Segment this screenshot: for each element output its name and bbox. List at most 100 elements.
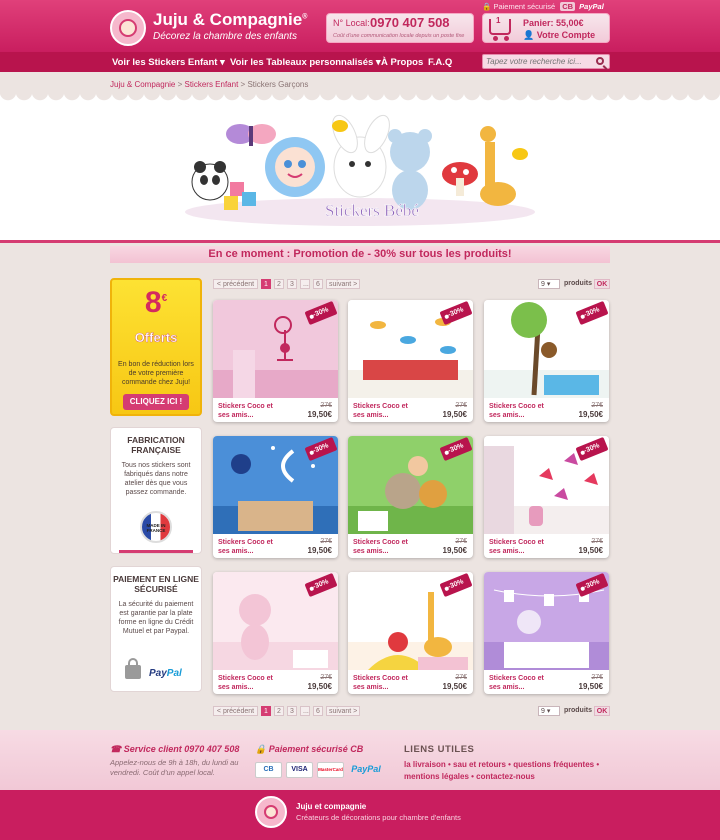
butterfly-icon [226, 124, 276, 146]
brand-name[interactable]: Juju & Compagnie® [153, 10, 307, 30]
per-page-select[interactable]: 9 ▾ [538, 279, 560, 289]
footer-service: ☎ Service client 0970 407 508 Appelez-no… [110, 744, 245, 778]
fabrication-title: FABRICATION FRANÇAISE [127, 435, 185, 455]
paypal-pay: Pay [149, 668, 167, 679]
banner-illustration: Stickers Bébé [185, 114, 535, 226]
per-page-label: produits [564, 707, 592, 714]
service-title-text: Service client 0970 407 508 [123, 744, 240, 754]
main-nav: Voir les Stickers Enfant ▾ Voir les Tabl… [0, 52, 720, 72]
secure-payment-box: PAIEMENT EN LIGNE SÉCURISÉ La sécurité d… [110, 566, 202, 692]
cart-total[interactable]: Panier: 55,00€ [523, 18, 584, 28]
per-page-label: produits [564, 280, 592, 287]
search-box [482, 54, 610, 69]
paypal-pal: Pal [166, 668, 182, 679]
service-text: Appelez-nous de 9h à 18h, du lundi au ve… [110, 758, 239, 777]
product-card[interactable]: -30% Stickers Coco et ses amis... 27€ 19,50… [348, 436, 473, 558]
service-title: ☎ Service client 0970 407 508 [110, 744, 245, 755]
product-name[interactable]: Stickers Coco et ses amis... [353, 402, 415, 420]
product-name[interactable]: Stickers Coco et ses amis... [353, 538, 415, 556]
breadcrumb-current: Stickers Garçons [247, 80, 309, 89]
footer-payment: 🔒 Paiement sécurisé CB [255, 744, 390, 755]
pagination-page-2[interactable]: 2 [274, 706, 284, 716]
promo-amount: 8€ [112, 286, 200, 320]
promo-cta-button[interactable]: CLIQUEZ ICI ! [123, 394, 189, 410]
product-card[interactable]: -30% Stickers Coco et ses amis... 27€ 19,50… [484, 436, 609, 558]
product-price: 19,50€ [442, 410, 467, 419]
pagination-page-1[interactable]: 1 [261, 706, 271, 716]
link-faq[interactable]: questions fréquentes [513, 760, 594, 769]
product-old-price: 27€ [320, 402, 332, 409]
per-page-ok-button[interactable]: OK [594, 706, 610, 716]
paypal-logo-icon: PayPal [579, 2, 604, 11]
giraffe-icon [480, 126, 516, 206]
per-page-select[interactable]: 9 ▾ [538, 706, 560, 716]
product-card[interactable]: -30% Stickers Coco et ses amis... 27€ 19,50… [213, 436, 338, 558]
cart-count: 1 [496, 16, 501, 25]
fabrication-box: FABRICATION FRANÇAISE Tous nos stickers … [110, 427, 202, 554]
product-name[interactable]: Stickers Coco et ses amis... [353, 674, 415, 692]
product-name[interactable]: Stickers Coco et ses amis... [489, 402, 551, 420]
promo-currency: € [161, 293, 168, 304]
search-input[interactable] [486, 56, 590, 67]
promo-text: En bon de réduction lors de votre premiè… [118, 361, 194, 386]
breadcrumb-stickers-enfant[interactable]: Stickers Enfant [185, 80, 239, 89]
logo-face-icon [264, 805, 278, 819]
pagination-page-6[interactable]: 6 [313, 706, 323, 716]
product-price: 19,50€ [307, 546, 332, 555]
nav-faq[interactable]: F.A.Q [428, 57, 452, 68]
footer-brand-name: Juju et compagnie [296, 802, 367, 811]
product-price: 19,50€ [578, 682, 603, 691]
product-name[interactable]: Stickers Coco et ses amis... [218, 538, 280, 556]
product-card[interactable]: -30% Stickers Coco et ses amis... 27€ 19,50… [213, 300, 338, 422]
lock-icon: 🔒 [482, 2, 492, 11]
product-card[interactable]: -30% Stickers Coco et ses amis... 27€ 19,50… [348, 572, 473, 694]
product-card[interactable]: -30% Stickers Coco et ses amis... 27€ 19,50… [484, 572, 609, 694]
cart-box[interactable]: 1 Panier: 55,00€ 👤 Votre Compte [482, 13, 610, 43]
pagination-page-2[interactable]: 2 [274, 279, 284, 289]
breadcrumb-home[interactable]: Juju & Compagnie [110, 80, 175, 89]
made-in-france-icon: MADE IN FRANCE [140, 511, 172, 543]
search-icon[interactable] [596, 57, 604, 65]
product-name[interactable]: Stickers Coco et ses amis... [218, 402, 280, 420]
phone-number[interactable]: 0970 407 508 [370, 15, 450, 30]
brand-logo[interactable] [110, 10, 146, 46]
pagination-prev[interactable]: < précédent [213, 706, 258, 716]
first-order-promo[interactable]: 8€ Offerts En bon de réduction lors de v… [110, 278, 202, 416]
link-contact[interactable]: contactez-nous [476, 772, 535, 781]
nav-a-propos[interactable]: À Propos [381, 57, 423, 68]
product-name[interactable]: Stickers Coco et ses amis... [489, 538, 551, 556]
product-old-price: 27€ [455, 674, 467, 681]
user-icon: 👤 [523, 30, 535, 40]
phone-box[interactable]: N° Local: 0970 407 508 Coût d'une commun… [326, 13, 474, 43]
breadcrumb-separator: > [175, 80, 185, 89]
product-name[interactable]: Stickers Coco et ses amis... [218, 674, 280, 692]
nav-tableaux[interactable]: Voir les Tableaux personnalisés ▾ [230, 57, 381, 68]
product-card[interactable]: -30% Stickers Coco et ses amis... 27€ 19,50… [348, 300, 473, 422]
padlock-icon [125, 658, 141, 679]
brand-registered-mark: ® [302, 13, 308, 21]
account-link[interactable]: 👤 Votre Compte [523, 30, 595, 41]
product-card[interactable]: -30% Stickers Coco et ses amis... 27€ 19,50… [213, 572, 338, 694]
product-name[interactable]: Stickers Coco et ses amis... [489, 674, 551, 692]
pagination-next[interactable]: suivant > [326, 706, 360, 716]
nav-stickers-enfant[interactable]: Voir les Stickers Enfant ▾ [112, 57, 225, 68]
brand-tagline: Décorez la chambre des enfants [153, 31, 297, 42]
pagination-prev[interactable]: < précédent [213, 279, 258, 289]
promo-amount-value: 8 [144, 286, 162, 319]
product-card[interactable]: -30% Stickers Coco et ses amis... 27€ 19,50… [484, 300, 609, 422]
link-retours[interactable]: sau et retours [453, 760, 506, 769]
per-page-ok-button[interactable]: OK [594, 279, 610, 289]
pagination-page-3[interactable]: 3 [287, 279, 297, 289]
links-title: LIENS UTILES [404, 744, 475, 755]
link-mentions-legales[interactable]: mentions légales [404, 772, 469, 781]
link-livraison[interactable]: la livraison [404, 760, 446, 769]
payment-footer-title-text: Paiement sécurisé CB [268, 744, 364, 754]
pagination-next[interactable]: suivant > [326, 279, 360, 289]
product-old-price: 27€ [591, 674, 603, 681]
footer-logo[interactable] [255, 796, 287, 828]
mushroom-icon [442, 162, 478, 196]
pagination-page-1[interactable]: 1 [261, 279, 271, 289]
pagination-page-3[interactable]: 3 [287, 706, 297, 716]
phone-note: Coût d'une communication locale depuis u… [333, 33, 465, 39]
pagination-page-6[interactable]: 6 [313, 279, 323, 289]
